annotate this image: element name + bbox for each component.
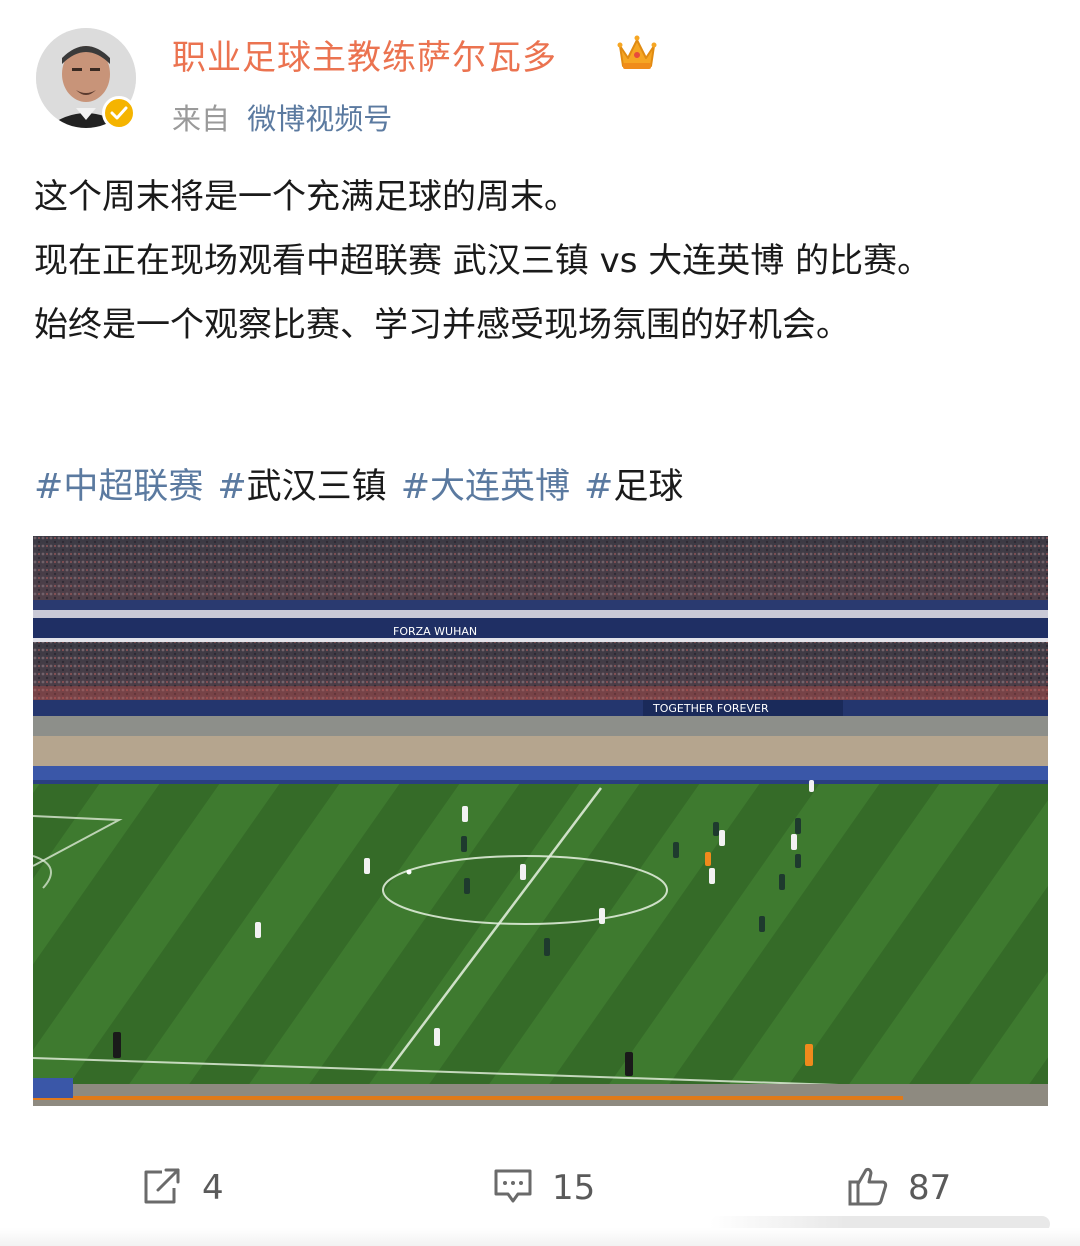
banner-forza-wuhan: FORZA WUHAN (393, 625, 477, 638)
hashtag-text: 足球 (613, 467, 684, 507)
crown-icon[interactable] (616, 32, 658, 72)
comment-icon (492, 1166, 534, 1210)
post-text: 这个周末将是一个充满足球的周末。 现在正在现场观看中超联赛 武汉三镇 vs 大连… (34, 165, 1046, 357)
weibo-post: 职业足球主教练萨尔瓦多 来自 微博视频号 这个周末将是一个充满足球的周末。 现在… (0, 0, 1080, 1246)
source-prefix: 来自 (172, 102, 231, 136)
banner-together-forever: TOGETHER FOREVER (652, 702, 769, 715)
bottom-strip (0, 1228, 1080, 1246)
share-icon (140, 1166, 184, 1210)
post-paragraph: 现在正在现场观看中超联赛 武汉三镇 vs 大连英博 的比赛。 (34, 241, 932, 281)
hashtag-text: 大连英博 (430, 467, 571, 507)
hash-symbol: # (217, 467, 247, 507)
comment-count: 15 (552, 1168, 596, 1208)
share-count: 4 (202, 1168, 224, 1208)
post-photo[interactable]: FORZA WUHAN TOGETHER FOREVER (33, 536, 1048, 1106)
stadium-photo: FORZA WUHAN TOGETHER FOREVER (33, 536, 1048, 1106)
post-paragraph: 这个周末将是一个充满足球的周末。 (34, 177, 578, 217)
post-paragraph: 始终是一个观察比赛、学习并感受现场氛围的好机会。 (34, 305, 850, 345)
share-button[interactable]: 4 (140, 1164, 224, 1212)
hash-symbol: # (34, 467, 64, 507)
like-button[interactable]: 87 (846, 1164, 951, 1212)
hashtag-wuhan-three-towns[interactable]: #武汉三镇 (217, 467, 386, 507)
hashtag-text: 中超联赛 (63, 467, 204, 507)
hashtag-list: #中超联赛 #武汉三镇 #大连英博 #足球 (34, 458, 697, 509)
hashtag-football[interactable]: #足球 (584, 467, 683, 507)
thumbs-up-icon (846, 1164, 890, 1212)
source-link[interactable]: 微博视频号 (247, 102, 392, 136)
hash-symbol: # (400, 467, 431, 507)
author-name[interactable]: 职业足球主教练萨尔瓦多 (172, 30, 557, 79)
hashtag-text: 武汉三镇 (246, 467, 387, 507)
verified-badge-icon (102, 96, 136, 130)
hashtag-cn-super-league[interactable]: #中超联赛 (34, 467, 203, 507)
hashtag-dalian-yingbo[interactable]: #大连英博 (401, 467, 570, 507)
like-count: 87 (908, 1168, 952, 1208)
hash-symbol: # (584, 467, 614, 507)
comment-button[interactable]: 15 (492, 1164, 595, 1212)
post-source: 来自 微博视频号 (172, 96, 392, 138)
